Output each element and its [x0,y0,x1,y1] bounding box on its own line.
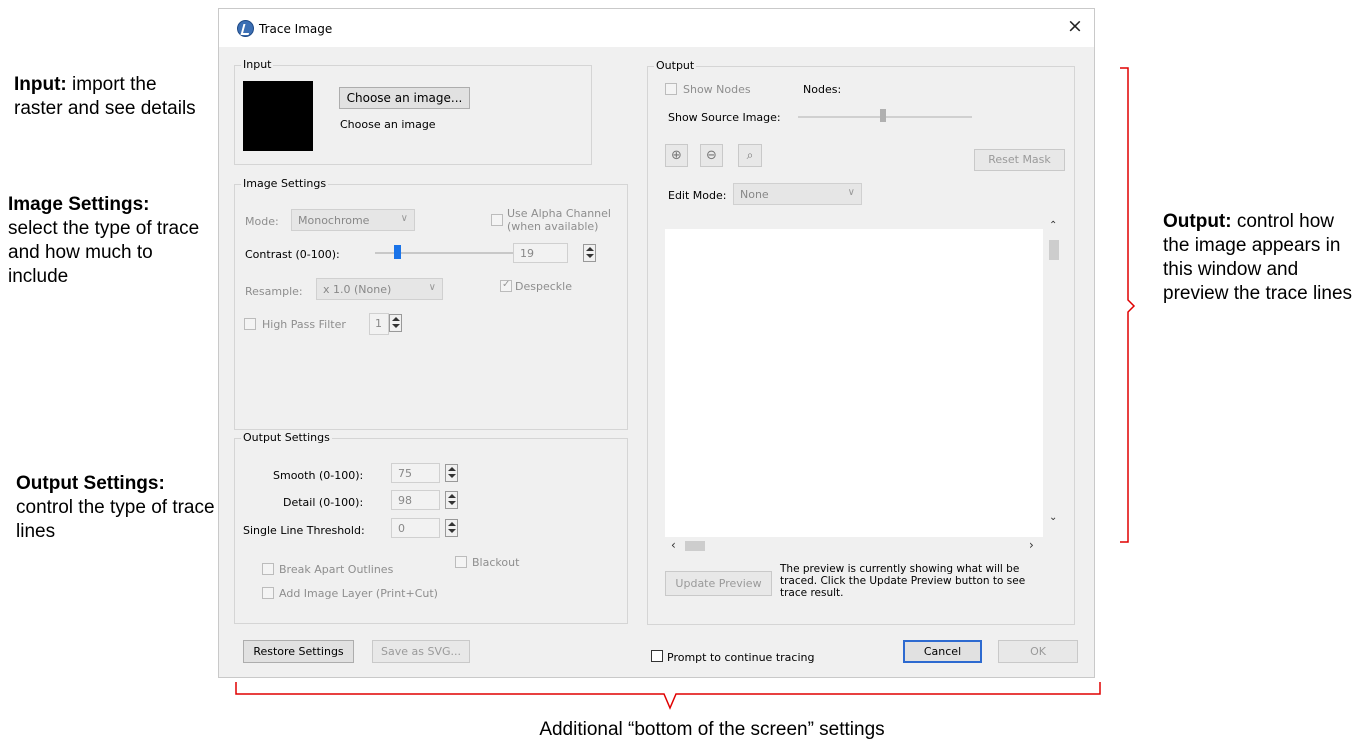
chevron-down-icon: ∨ [847,187,855,198]
show-nodes-label: Show Nodes [683,83,751,96]
single-line-stepper[interactable] [445,519,458,537]
horizontal-scrollbar[interactable]: ‹ › [665,537,1043,555]
checkmark-icon: ✓ [502,279,511,290]
image-thumbnail [243,81,313,151]
scroll-down-icon[interactable]: ⌄ [1049,512,1057,523]
input-annotation-title: Input: [14,74,67,95]
input-status: Choose an image [340,118,436,131]
image-settings-group: Image Settings Mode: Monochrome ∨ Use Al… [234,177,628,430]
output-group: Output Show Nodes Nodes: Show Source Ima… [647,59,1075,625]
blackout-checkbox[interactable] [455,556,467,568]
zoom-in-icon: ⊕ [671,148,682,163]
cancel-button[interactable]: Cancel [903,640,982,663]
trace-image-dialog: Trace Image × Input Choose an image... C… [218,8,1095,678]
blackout-label: Blackout [472,556,520,569]
dialog-title: Trace Image [259,22,333,36]
mode-label: Mode: [245,215,279,228]
source-image-slider-thumb[interactable] [880,109,886,122]
input-group: Input Choose an image... Choose an image [234,58,592,165]
zoom-out-button[interactable]: ⊖ [700,144,723,167]
restore-settings-button[interactable]: Restore Settings [243,640,354,663]
chevron-down-icon: ∨ [428,282,436,293]
edit-mode-value: None [740,188,769,201]
contrast-input[interactable]: 19 [513,243,568,263]
contrast-stepper[interactable] [583,244,596,262]
high-pass-checkbox[interactable] [244,318,256,330]
close-icon[interactable]: × [1067,15,1083,37]
output-settings-annotation-title: Output Settings: [16,473,165,494]
input-legend: Input [241,58,274,71]
bottom-bracket [235,682,1101,710]
output-settings-annotation-text: control the type of trace lines [16,497,215,542]
preview-canvas[interactable] [665,229,1043,547]
output-settings-group: Output Settings Smooth (0-100): 75 Detai… [234,431,628,624]
smooth-input[interactable]: 75 [391,463,440,483]
horizontal-scroll-thumb[interactable] [685,541,705,551]
alpha-channel-checkbox[interactable] [491,214,503,226]
zoom-in-button[interactable]: ⊕ [665,144,688,167]
prompt-continue-checkbox[interactable] [651,650,663,662]
smooth-stepper[interactable] [445,464,458,482]
output-legend: Output [654,59,697,72]
contrast-label: Contrast (0-100): [245,248,340,261]
output-settings-annotation: Output Settings: control the type of trac… [16,472,216,544]
break-apart-label: Break Apart Outlines [279,563,394,576]
mode-select[interactable]: Monochrome ∨ [291,209,415,231]
resample-label: Resample: [245,285,303,298]
zoom-out-icon: ⊖ [706,148,717,163]
nodes-label: Nodes: [803,83,842,96]
zoom-fit-button[interactable]: ⌕ [738,144,762,167]
image-settings-annotation: Image Settings: select the type of trace … [8,193,208,289]
output-annotation-title: Output: [1163,211,1232,232]
edit-mode-label: Edit Mode: [668,189,727,202]
output-annotation: Output: control how the image appears in… [1163,210,1353,306]
ok-button[interactable]: OK [998,640,1078,663]
bottom-annotation: Additional “bottom of the screen” settin… [539,719,885,740]
break-apart-checkbox[interactable] [262,563,274,575]
preview-note: The preview is currently showing what wi… [780,563,1026,599]
contrast-slider-thumb[interactable] [394,245,401,259]
single-line-input[interactable]: 0 [391,518,440,538]
scroll-up-icon[interactable]: ⌃ [1049,220,1057,231]
smooth-label: Smooth (0-100): [273,469,364,482]
zoom-fit-icon: ⌕ [746,148,754,162]
show-nodes-checkbox[interactable] [665,83,677,95]
vertical-scrollbar[interactable]: ⌃ ⌄ [1043,212,1065,534]
mode-value: Monochrome [298,214,370,227]
input-annotation: Input: import the raster and see details [14,73,204,121]
title-bar: Trace Image × [219,9,1094,47]
high-pass-stepper[interactable] [389,314,402,332]
save-as-svg-button[interactable]: Save as SVG... [372,640,470,663]
detail-input[interactable]: 98 [391,490,440,510]
choose-image-button[interactable]: Choose an image... [339,87,470,109]
resample-value: x 1.0 (None) [323,283,392,296]
scroll-left-icon[interactable]: ‹ [671,538,676,552]
high-pass-label: High Pass Filter [262,318,346,331]
resample-select[interactable]: x 1.0 (None) ∨ [316,278,443,300]
output-bracket [1120,67,1136,543]
update-preview-button[interactable]: Update Preview [665,571,772,596]
detail-label: Detail (0-100): [283,496,364,509]
chevron-down-icon: ∨ [400,213,408,224]
edit-mode-select[interactable]: None ∨ [733,183,862,205]
detail-stepper[interactable] [445,491,458,509]
image-settings-legend: Image Settings [241,177,329,190]
app-icon [237,20,254,37]
despeckle-label: Despeckle [515,280,572,293]
vertical-scroll-thumb[interactable] [1049,240,1059,260]
output-settings-legend: Output Settings [241,431,332,444]
prompt-continue-label: Prompt to continue tracing [667,651,815,664]
show-source-label: Show Source Image: [668,111,781,124]
image-settings-annotation-title: Image Settings: [8,194,150,215]
add-image-layer-checkbox[interactable] [262,587,274,599]
scroll-right-icon[interactable]: › [1029,538,1034,552]
add-image-layer-label: Add Image Layer (Print+Cut) [279,587,438,600]
image-settings-annotation-text: select the type of trace and how much to… [8,218,200,287]
single-line-label: Single Line Threshold: [243,524,365,537]
high-pass-input[interactable]: 1 [369,313,389,335]
alpha-channel-label-1: Use Alpha Channel [507,207,611,220]
reset-mask-button[interactable]: Reset Mask [974,149,1065,171]
alpha-channel-label-2: (when available) [507,220,599,233]
